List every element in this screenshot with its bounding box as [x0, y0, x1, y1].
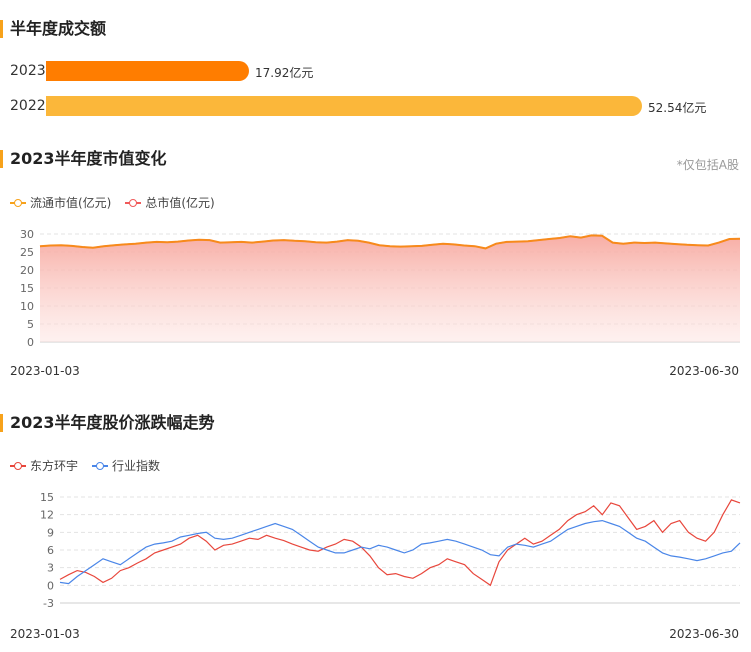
turnover-value-label: 52.54亿元	[648, 101, 707, 115]
legend-item-industry-index[interactable]: 行业指数	[92, 457, 160, 474]
y-tick-label: 5	[27, 318, 34, 331]
turnover-section-title: 半年度成交额	[0, 18, 106, 40]
y-tick-label: 10	[20, 300, 34, 313]
y-tick-label: 9	[47, 526, 54, 539]
y-tick-label: 15	[40, 491, 54, 504]
y-tick-label: 12	[40, 509, 54, 522]
market-cap-end-date: 2023-06-30	[669, 364, 739, 378]
price-trend-end-date: 2023-06-30	[669, 627, 739, 641]
turnover-bar-2022[interactable]	[46, 96, 642, 116]
y-tick-label: 3	[47, 562, 54, 575]
y-tick-label: -3	[43, 597, 54, 610]
y-tick-label: 15	[20, 282, 34, 295]
legend-item-total-cap[interactable]: 总市值(亿元)	[125, 194, 215, 211]
legend-marker-icon	[10, 198, 26, 208]
market-cap-chart[interactable]: 0 5 10 15 20 25 30	[0, 226, 751, 356]
legend-item-stock[interactable]: 东方环宇	[10, 457, 78, 474]
market-cap-start-date: 2023-01-03	[10, 364, 80, 378]
legend-marker-icon	[125, 198, 142, 208]
y-tick-label: 6	[47, 544, 54, 557]
a-share-note: *仅包括A股	[676, 158, 739, 172]
turnover-year-label: 2023	[10, 63, 46, 79]
price-trend-legend: 东方环宇 行业指数	[10, 457, 174, 474]
y-tick-label: 25	[20, 246, 34, 259]
legend-marker-icon	[92, 461, 109, 471]
legend-label: 东方环宇	[30, 459, 79, 473]
price-trend-start-date: 2023-01-03	[10, 627, 80, 641]
turnover-year-label: 2022	[10, 98, 46, 114]
price-trend-chart[interactable]: -3 0 3 6 9 12 15	[0, 487, 751, 612]
legend-item-float-cap[interactable]: 流通市值(亿元)	[10, 194, 111, 211]
turnover-bar-row-2023: 2023 17.92亿元	[0, 61, 751, 83]
y-tick-label: 30	[20, 228, 34, 241]
price-trend-section-title: 2023半年度股价涨跌幅走势	[0, 412, 215, 434]
legend-label: 总市值(亿元)	[145, 196, 215, 210]
legend-label: 流通市值(亿元)	[30, 196, 112, 210]
turnover-bar-row-2022: 2022 52.54亿元	[0, 96, 751, 118]
legend-label: 行业指数	[112, 459, 161, 473]
industry-index-line	[59, 519, 741, 585]
y-tick-label: 0	[27, 336, 34, 349]
market-cap-legend: 流通市值(亿元) 总市值(亿元)	[10, 194, 229, 211]
market-cap-section-title: 2023半年度市值变化	[0, 148, 167, 170]
y-tick-label: 20	[20, 264, 34, 277]
turnover-bar-2023[interactable]	[46, 61, 249, 81]
turnover-value-label: 17.92亿元	[255, 66, 314, 80]
y-tick-label: 0	[47, 579, 54, 592]
total-cap-area	[40, 235, 740, 342]
legend-marker-icon	[10, 461, 26, 471]
